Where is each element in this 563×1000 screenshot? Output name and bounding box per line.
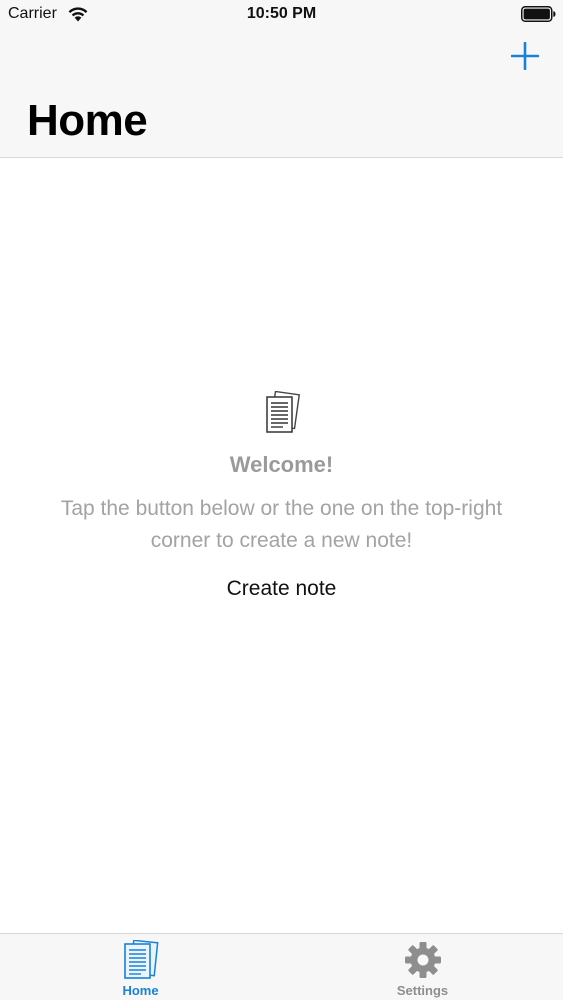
document-icon: [265, 391, 300, 433]
tab-settings-label: Settings: [396, 983, 449, 998]
page-title: Home: [27, 96, 148, 145]
document-icon: [123, 940, 158, 979]
status-time: 10:50 PM: [246, 5, 317, 22]
gear-icon: [404, 942, 441, 978]
tab-home-label: Home: [122, 983, 159, 998]
add-note-button[interactable]: [511, 42, 539, 70]
status-bar: Carrier 10:50 PM: [0, 0, 563, 30]
battery-icon: [521, 6, 556, 22]
tab-settings[interactable]: Settings: [282, 934, 563, 1000]
empty-state: Welcome! Tap the button below or the one…: [0, 391, 563, 603]
tab-home[interactable]: Home: [0, 934, 281, 1000]
tab-bar: Home Settings: [0, 933, 563, 1000]
create-note-button[interactable]: Create note: [227, 575, 337, 603]
welcome-heading: Welcome!: [229, 452, 334, 477]
navigation-bar: Carrier 10:50 PM Home: [0, 0, 563, 158]
welcome-message: Tap the button below or the one on the t…: [60, 497, 503, 552]
